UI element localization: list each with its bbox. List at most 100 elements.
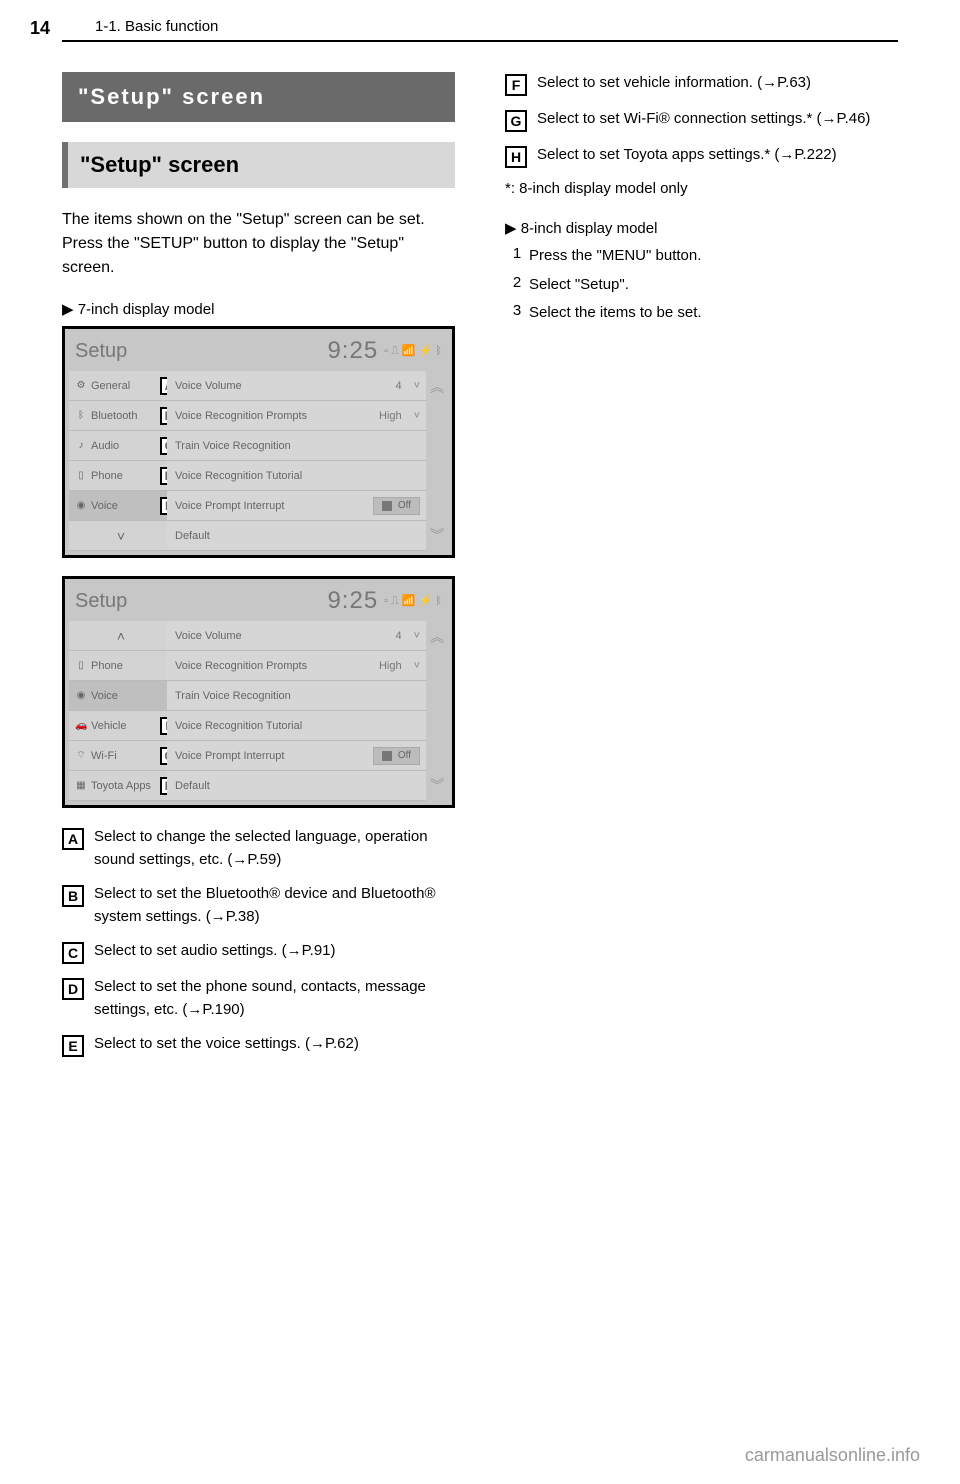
sidebar-item-wifi[interactable]: ⌔ Wi-Fi G	[69, 741, 167, 771]
desc-text: Select to set vehicle information. (→P.6…	[537, 72, 811, 96]
sidebar-item-voice[interactable]: ◉ Voice	[69, 681, 167, 711]
car-icon: 🚗	[75, 720, 87, 731]
sidebar-label: Phone	[91, 660, 123, 672]
status-icons: ▫ ⎍ 📶 ⚡ ᛒ	[384, 344, 442, 358]
sidebar-scroll-down[interactable]: ˅	[69, 521, 167, 551]
row-voice-volume[interactable]: Voice Volume4˅	[167, 371, 426, 401]
watermark: carmanualsonline.info	[745, 1445, 920, 1466]
marker-box: B	[62, 885, 84, 907]
sidebar-item-audio[interactable]: ♪ Audio C	[69, 431, 167, 461]
chevron-up-icon: ˄	[117, 628, 125, 644]
chevron-down-icon: ˅	[414, 410, 420, 422]
scroll-up-icon[interactable]: ︽	[430, 377, 444, 397]
sidebar-item-voice[interactable]: ◉ Voice E	[69, 491, 167, 521]
row-voice-volume[interactable]: Voice Volume4˅	[167, 621, 426, 651]
shot1-title: Setup	[75, 340, 127, 363]
bluetooth-icon: ᛒ	[75, 410, 87, 421]
marker-box: G	[505, 110, 527, 132]
page-header: 1-1. Basic function	[95, 18, 218, 35]
desc-G: G Select to set Wi-Fi® connection setting…	[505, 108, 898, 132]
page-number: 14	[30, 18, 50, 39]
row-prompt-interrupt[interactable]: Voice Prompt InterruptOff	[167, 741, 426, 771]
main-heading: "Setup" screen	[62, 72, 455, 122]
step-2: 2Select "Setup".	[505, 274, 898, 297]
sidebar-item-phone[interactable]: ▯ Phone D	[69, 461, 167, 491]
marker-box: F	[505, 74, 527, 96]
row-voice-prompts[interactable]: Voice Recognition PromptsHigh˅	[167, 651, 426, 681]
voice-icon: ◉	[75, 500, 87, 511]
sidebar-list: ˄ ▯ Phone ◉ Voice 🚗 Vehicle	[69, 621, 167, 801]
sidebar-scroll-up[interactable]: ˄	[69, 621, 167, 651]
sidebar-label: Vehicle	[91, 720, 126, 732]
desc-D: D Select to set the phone sound, contacts…	[62, 976, 455, 1021]
row-prompt-interrupt[interactable]: Voice Prompt InterruptOff	[167, 491, 426, 521]
row-voice-tutorial[interactable]: Voice Recognition Tutorial	[167, 711, 426, 741]
scroll-down-icon[interactable]: ︾	[430, 525, 444, 545]
desc-H: HSelect to set Toyota apps settings.* (→…	[505, 144, 898, 168]
chevron-down-icon: ˅	[414, 630, 420, 642]
sidebar-label: Wi-Fi	[91, 750, 117, 762]
sidebar-item-vehicle[interactable]: 🚗 Vehicle F	[69, 711, 167, 741]
intro-text: The items shown on the "Setup" screen ca…	[62, 208, 455, 280]
sidebar-label: General	[91, 380, 130, 392]
settings-list: Voice Volume4˅ Voice Recognition Prompts…	[167, 621, 426, 801]
row-default[interactable]: Default	[167, 771, 426, 801]
phone-icon: ▯	[75, 470, 87, 481]
sidebar-label: Audio	[91, 440, 119, 452]
shot1-time: 9:25	[327, 337, 378, 365]
desc-text: Select to set audio settings. (→P.91)	[94, 940, 336, 964]
row-voice-prompts[interactable]: Voice Recognition PromptsHigh˅	[167, 401, 426, 431]
shot2-title: Setup	[75, 590, 127, 613]
desc-text: Select to set the Bluetooth® device and …	[94, 883, 455, 928]
settings-list: Voice Volume4˅ Voice Recognition Prompts…	[167, 371, 426, 551]
marker-box: C	[62, 942, 84, 964]
step-text: Press the "MENU" button.	[529, 245, 701, 268]
wifi-icon: ⌔	[75, 749, 87, 762]
marker-box: A	[62, 828, 84, 850]
sidebar-item-bluetooth[interactable]: ᛒ Bluetooth B	[69, 401, 167, 431]
row-train-voice[interactable]: Train Voice Recognition	[167, 681, 426, 711]
scroll-down-icon[interactable]: ︾	[430, 775, 444, 795]
phone-icon: ▯	[75, 660, 87, 671]
footnote: *: 8-inch display model only	[505, 180, 898, 197]
desc-text: Select to set Wi-Fi® connection settings…	[537, 108, 870, 132]
toggle-off[interactable]: Off	[373, 747, 420, 765]
desc-text: Select to set Toyota apps settings.* (→P…	[537, 144, 837, 168]
desc-B: B Select to set the Bluetooth® device and…	[62, 883, 455, 928]
step-1: 1Press the "MENU" button.	[505, 245, 898, 268]
step-number: 3	[505, 302, 529, 325]
sub-heading: "Setup" screen	[62, 142, 455, 188]
sidebar-item-toyota-apps[interactable]: ▦ Toyota Apps H	[69, 771, 167, 801]
row-train-voice[interactable]: Train Voice Recognition	[167, 431, 426, 461]
step-text: Select "Setup".	[529, 274, 629, 297]
sidebar-label: Phone	[91, 470, 123, 482]
sidebar-item-general[interactable]: ⚙ General A	[69, 371, 167, 401]
screenshot-2: Setup 9:25 ▫ ⎍ 📶 ⚡ ᛒ ˄ ▯ Phone	[62, 576, 455, 808]
row-default[interactable]: Default	[167, 521, 426, 551]
voice-icon: ◉	[75, 690, 87, 701]
desc-E: E Select to set the voice settings. (→P.6…	[62, 1033, 455, 1057]
sidebar-label: Voice	[91, 690, 118, 702]
gear-icon: ⚙	[75, 380, 87, 391]
row-voice-tutorial[interactable]: Voice Recognition Tutorial	[167, 461, 426, 491]
scroll-up-icon[interactable]: ︽	[430, 627, 444, 647]
step-number: 2	[505, 274, 529, 297]
apps-icon: ▦	[75, 780, 87, 791]
desc-A: A Select to change the selected language,…	[62, 826, 455, 871]
toggle-off[interactable]: Off	[373, 497, 420, 515]
sidebar-label: Voice	[91, 500, 118, 512]
desc-F: F Select to set vehicle information. (→P.…	[505, 72, 898, 96]
caption-8inch: ▶ 8-inch display model	[505, 219, 898, 237]
desc-text: Select to change the selected language, …	[94, 826, 455, 871]
caption-7inch: ▶ 7-inch display model	[62, 300, 455, 318]
status-icons: ▫ ⎍ 📶 ⚡ ᛒ	[384, 594, 442, 608]
desc-text: Select to set the phone sound, contacts,…	[94, 976, 455, 1021]
desc-text: Select to set the voice settings. (→P.62…	[94, 1033, 359, 1057]
desc-C: C Select to set audio settings. (→P.91)	[62, 940, 455, 964]
sidebar-item-phone[interactable]: ▯ Phone	[69, 651, 167, 681]
screenshot-1: Setup 9:25 ▫ ⎍ 📶 ⚡ ᛒ ⚙ General A	[62, 326, 455, 558]
sidebar-label: Bluetooth	[91, 410, 137, 422]
sidebar-list: ⚙ General A ᛒ Bluetooth B ♪ Audio C	[69, 371, 167, 551]
marker-box: E	[62, 1035, 84, 1057]
marker-box: D	[62, 978, 84, 1000]
